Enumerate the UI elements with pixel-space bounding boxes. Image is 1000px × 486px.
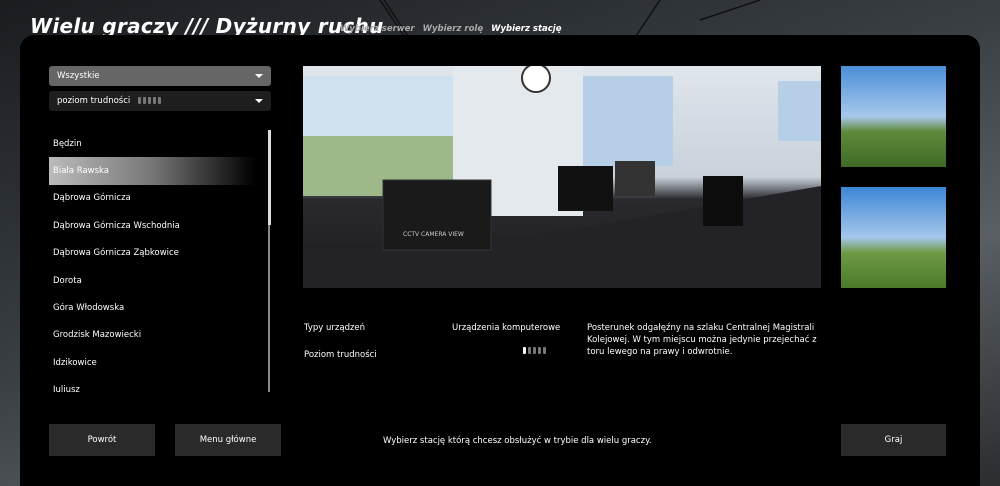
difficulty-pip — [158, 97, 162, 104]
chevron-down-icon — [255, 74, 263, 78]
device-type-value: Urządzenia komputerowe — [452, 323, 561, 333]
difficulty-pip — [523, 347, 526, 354]
difficulty-dropdown[interactable]: poziom trudności — [49, 91, 271, 111]
difficulty-pip — [533, 347, 536, 354]
station-preview-image: CCTV CAMERA VIEW — [303, 66, 821, 288]
station-list-scrollbar[interactable] — [267, 130, 271, 392]
category-value: Wszystkie — [57, 71, 100, 81]
difficulty-filter-label: poziom trudności — [57, 96, 131, 106]
difficulty-pip — [148, 97, 152, 104]
difficulty-filter-pips — [138, 97, 162, 104]
station-list-item[interactable]: Juliusz — [49, 377, 259, 392]
station-list-item[interactable]: Dąbrowa Górnicza — [49, 185, 259, 212]
breadcrumb-select-station: Wybierz stację — [491, 24, 562, 34]
station-list-item[interactable]: Będzin — [49, 130, 259, 157]
difficulty-label: Poziom trudności — [304, 350, 377, 360]
play-button[interactable]: Graj — [841, 424, 946, 456]
station-list-item[interactable]: Góra Włodowska — [49, 294, 259, 321]
monitor-text: CCTV CAMERA VIEW — [403, 231, 464, 238]
station-list-item[interactable]: Dąbrowa Górnicza Ząbkowice — [49, 240, 259, 267]
difficulty-pip — [153, 97, 157, 104]
back-button[interactable]: Powrót — [49, 424, 155, 456]
difficulty-pip — [143, 97, 147, 104]
station-list-item[interactable]: Idzikowice — [49, 349, 259, 376]
station-thumbnail-1[interactable] — [841, 66, 946, 167]
difficulty-pip — [138, 97, 142, 104]
difficulty-pip — [538, 347, 541, 354]
difficulty-rating — [523, 347, 546, 354]
station-list-item[interactable]: Grodzisk Mazowiecki — [49, 322, 259, 349]
breadcrumb-select-role[interactable]: Wybierz rolę — [423, 24, 484, 34]
main-menu-button[interactable]: Menu główne — [175, 424, 281, 456]
station-thumbnail-2[interactable] — [841, 187, 946, 288]
station-list-item[interactable]: Dorota — [49, 267, 259, 294]
station-list: Będzin Biała Rawska Dąbrowa Górnicza Dąbrow… — [49, 130, 259, 392]
station-description: Posterunek odgałęźny na szlaku Centralne… — [587, 323, 817, 357]
category-dropdown[interactable]: Wszystkie — [49, 66, 271, 86]
breadcrumb: Wybierz serwer Wybierz rolę Wybierz stac… — [340, 24, 561, 34]
device-type-label: Typy urządzeń — [304, 323, 366, 333]
chevron-down-icon — [255, 99, 263, 103]
breadcrumb-select-server[interactable]: Wybierz serwer — [340, 24, 415, 34]
hint-text: Wybierz stację którą chcesz obsłużyć w t… — [383, 436, 652, 446]
station-list-item[interactable]: Dąbrowa Górnicza Wschodnia — [49, 212, 259, 239]
difficulty-pip — [528, 347, 531, 354]
station-list-item[interactable]: Biała Rawska — [49, 157, 255, 185]
difficulty-pip — [543, 347, 546, 354]
scrollbar-thumb[interactable] — [267, 130, 271, 225]
